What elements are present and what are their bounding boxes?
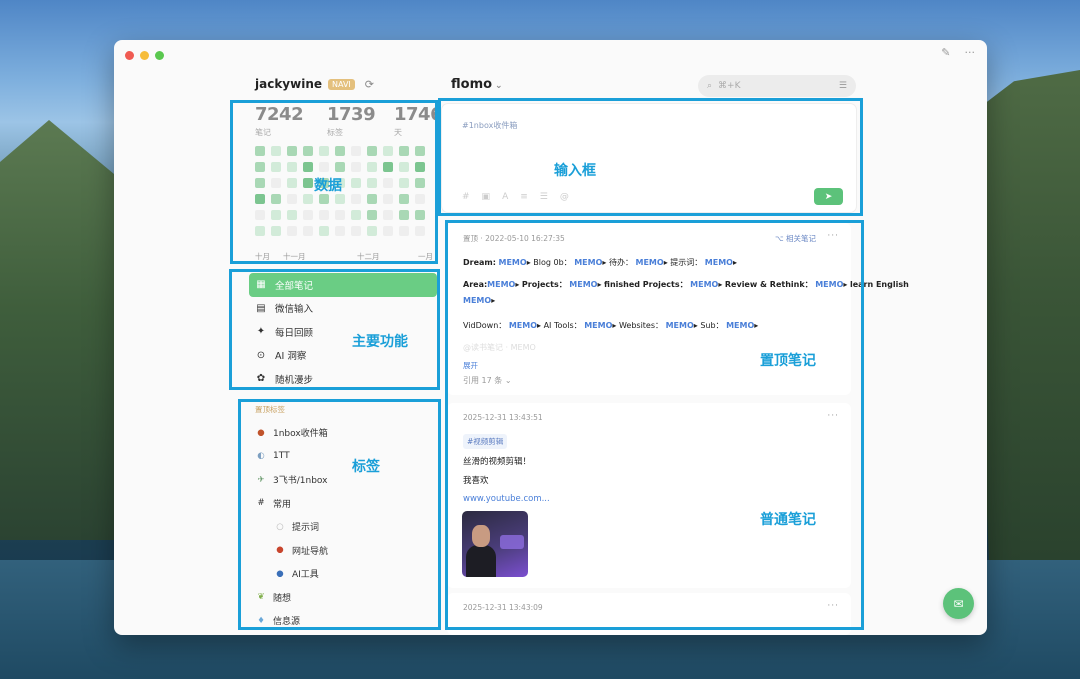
search-placeholder: ⌘+K — [718, 81, 741, 91]
annotation-box-tags — [238, 399, 441, 630]
app-title[interactable]: flomo ⌄ — [451, 77, 503, 92]
filter-icon[interactable]: ☰ — [839, 81, 847, 91]
compose-fab-button[interactable]: ✉ — [943, 588, 974, 619]
close-window-button[interactable] — [125, 51, 134, 60]
annotation-label-tags: 标签 — [352, 459, 380, 475]
annotation-box-input — [438, 98, 863, 216]
username[interactable]: jackywine — [255, 77, 322, 91]
zoom-window-button[interactable] — [155, 51, 164, 60]
window-controls — [125, 51, 164, 60]
navi-badge: NAVI — [328, 78, 355, 90]
chevron-down-icon: ⌄ — [495, 81, 503, 91]
sync-icon[interactable]: ⟳ — [365, 78, 374, 91]
annotation-box-notes — [445, 220, 864, 630]
search-icon: ⌕ — [707, 81, 713, 91]
app-name: flomo — [451, 77, 493, 92]
window-extra-controls: ✎ ··· — [941, 46, 975, 59]
user-row: jackywine NAVI ⟳ — [255, 77, 374, 91]
minimize-window-button[interactable] — [140, 51, 149, 60]
annotation-label-input: 输入框 — [554, 163, 596, 179]
search-bar[interactable]: ⌕ ⌘+K ☰ — [698, 75, 856, 97]
more-icon[interactable]: ··· — [965, 46, 976, 59]
annotation-label-data: 数据 — [314, 178, 342, 194]
annotation-box-main — [229, 269, 440, 390]
annotation-label-pinned: 置顶笔记 — [760, 353, 816, 369]
annotation-label-normal: 普通笔记 — [760, 512, 816, 528]
pin-icon[interactable]: ✎ — [941, 46, 950, 59]
annotation-label-main: 主要功能 — [352, 334, 408, 350]
